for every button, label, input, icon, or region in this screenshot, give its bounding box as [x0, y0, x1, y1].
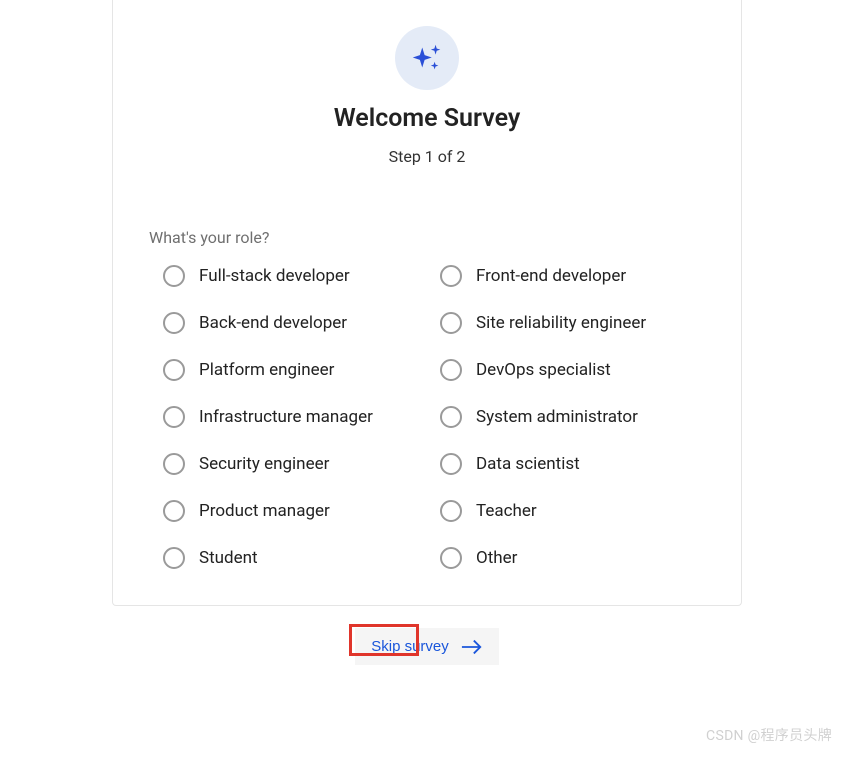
radio-icon — [163, 312, 185, 334]
option-label: Security engineer — [199, 454, 329, 474]
sparkle-icon — [395, 26, 459, 90]
radio-icon — [163, 406, 185, 428]
option-label: Product manager — [199, 501, 330, 521]
role-option-full-stack-developer[interactable]: Full-stack developer — [163, 265, 428, 287]
role-option-security-engineer[interactable]: Security engineer — [163, 453, 428, 475]
option-label: DevOps specialist — [476, 360, 611, 380]
option-label: Data scientist — [476, 454, 580, 474]
role-option-other[interactable]: Other — [440, 547, 705, 569]
skip-survey-button[interactable]: Skip survey — [355, 628, 499, 665]
role-option-student[interactable]: Student — [163, 547, 428, 569]
role-options: Full-stack developer Front-end developer… — [149, 265, 705, 569]
radio-icon — [440, 359, 462, 381]
option-label: Platform engineer — [199, 360, 334, 380]
option-label: Site reliability engineer — [476, 313, 646, 333]
role-option-devops-specialist[interactable]: DevOps specialist — [440, 359, 705, 381]
skip-label: Skip survey — [371, 638, 449, 655]
survey-title: Welcome Survey — [149, 104, 705, 133]
role-option-front-end-developer[interactable]: Front-end developer — [440, 265, 705, 287]
radio-icon — [440, 312, 462, 334]
question-label: What's your role? — [149, 228, 705, 247]
option-label: Other — [476, 548, 517, 568]
radio-icon — [163, 500, 185, 522]
radio-icon — [163, 547, 185, 569]
role-option-data-scientist[interactable]: Data scientist — [440, 453, 705, 475]
role-option-system-administrator[interactable]: System administrator — [440, 406, 705, 428]
option-label: Full-stack developer — [199, 266, 350, 286]
role-option-platform-engineer[interactable]: Platform engineer — [163, 359, 428, 381]
radio-icon — [440, 500, 462, 522]
step-indicator: Step 1 of 2 — [149, 147, 705, 166]
radio-icon — [163, 453, 185, 475]
radio-icon — [440, 406, 462, 428]
watermark-text: CSDN @程序员头牌 — [706, 725, 832, 745]
option-label: Front-end developer — [476, 266, 626, 286]
option-label: Student — [199, 548, 258, 568]
radio-icon — [440, 453, 462, 475]
radio-icon — [440, 547, 462, 569]
survey-card: Welcome Survey Step 1 of 2 What's your r… — [112, 0, 742, 606]
skip-container: Skip survey — [0, 628, 854, 665]
role-option-teacher[interactable]: Teacher — [440, 500, 705, 522]
role-option-product-manager[interactable]: Product manager — [163, 500, 428, 522]
role-option-infrastructure-manager[interactable]: Infrastructure manager — [163, 406, 428, 428]
role-option-back-end-developer[interactable]: Back-end developer — [163, 312, 428, 334]
role-option-site-reliability-engineer[interactable]: Site reliability engineer — [440, 312, 705, 334]
option-label: Infrastructure manager — [199, 407, 373, 427]
option-label: Back-end developer — [199, 313, 347, 333]
arrow-right-icon — [461, 639, 483, 655]
radio-icon — [163, 265, 185, 287]
option-label: System administrator — [476, 407, 638, 427]
radio-icon — [163, 359, 185, 381]
option-label: Teacher — [476, 501, 537, 521]
radio-icon — [440, 265, 462, 287]
